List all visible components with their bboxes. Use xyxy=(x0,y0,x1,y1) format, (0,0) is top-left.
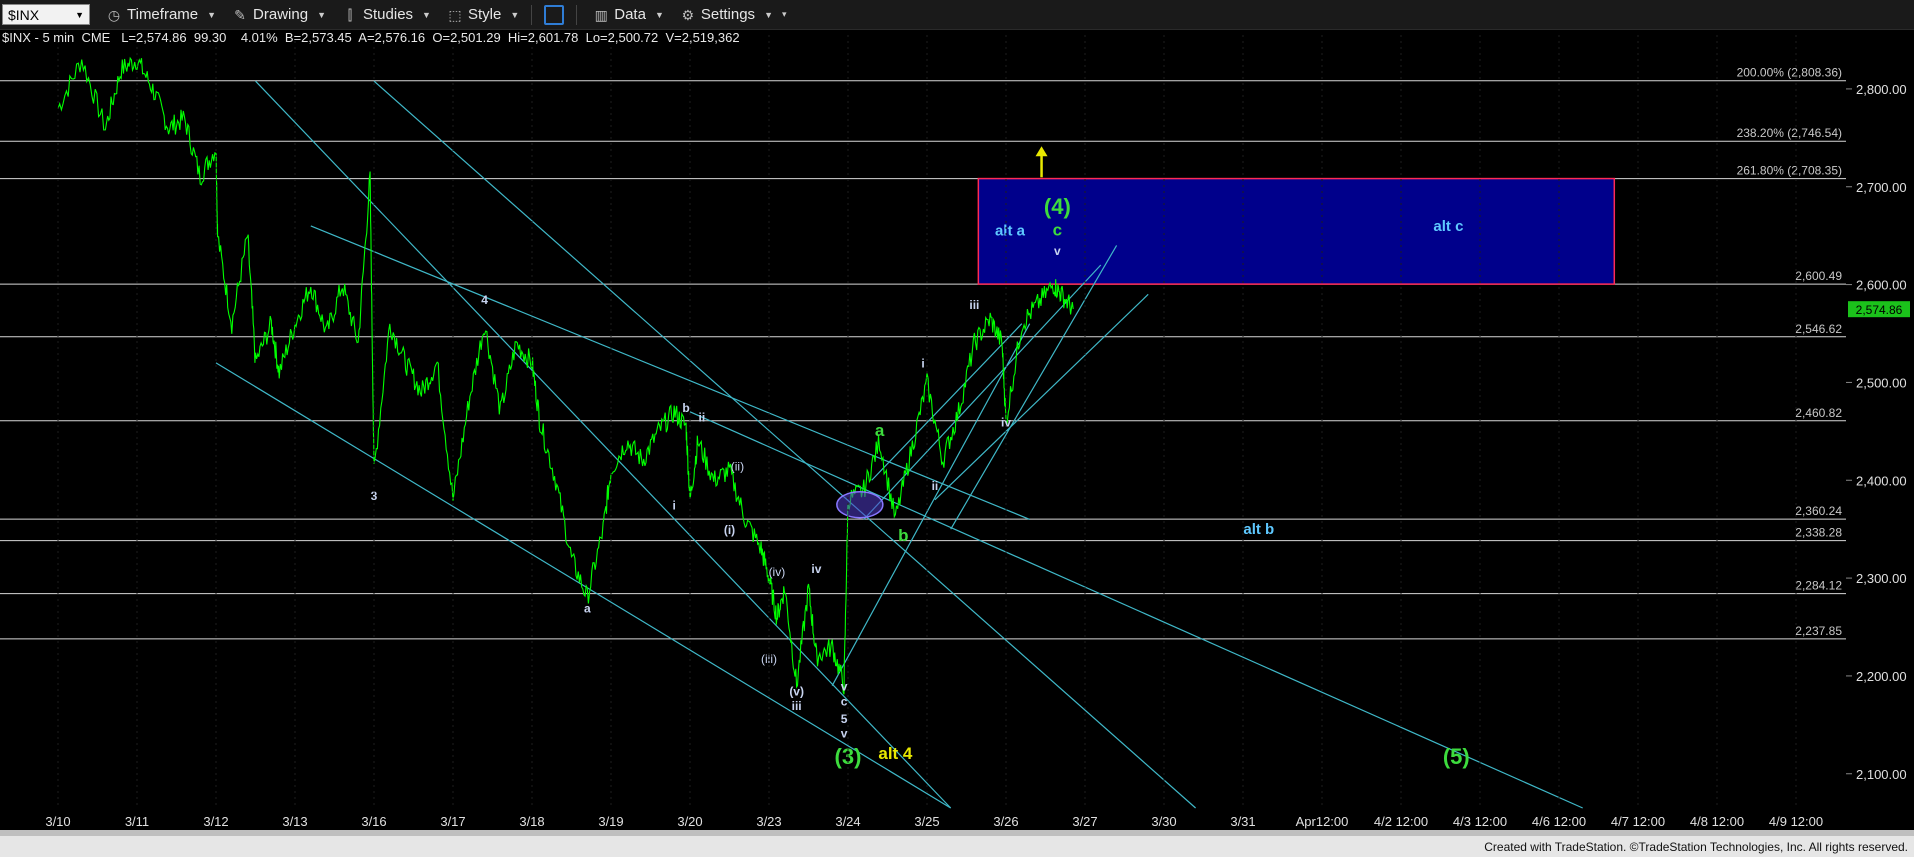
wave-label: (iv) xyxy=(769,565,786,579)
wave-label: ii xyxy=(932,479,939,493)
wave-label: iv xyxy=(1001,415,1011,429)
x-tick-label: 4/8 12:00 xyxy=(1690,814,1744,829)
trendline xyxy=(310,225,1030,520)
wave-label: c xyxy=(1053,221,1062,240)
wave-label: (ii) xyxy=(731,459,744,473)
level-label: 2,600.49 xyxy=(1795,269,1842,283)
x-tick-label: 3/31 xyxy=(1230,814,1255,829)
price-line xyxy=(57,56,1074,695)
y-tick-label: 2,200.00 xyxy=(1856,669,1907,684)
x-tick-label: 3/19 xyxy=(598,814,623,829)
x-tick-label: 3/26 xyxy=(993,814,1018,829)
level-label: 2,546.62 xyxy=(1795,322,1842,336)
last-price-label: 2,574.86 xyxy=(1856,303,1903,317)
x-tick-label: 3/24 xyxy=(835,814,860,829)
y-axis: 2,800.00 2,700.00 2,600.00 2,500.00 2,400.00… xyxy=(1846,82,1907,782)
wave-label: c xyxy=(841,694,848,708)
level-label: 261.80% (2,708.35) xyxy=(1737,164,1842,178)
x-tick-label: 3/13 xyxy=(282,814,307,829)
wave-label: iii xyxy=(792,699,802,713)
wave-label: 5 xyxy=(841,712,848,726)
wave-label: ii xyxy=(699,411,706,425)
x-tick-label: 3/23 xyxy=(756,814,781,829)
wave-label: (i) xyxy=(724,523,735,537)
price-chart[interactable]: 200.00% (2,808.36) 238.20% (2,746.54) 261.… xyxy=(0,0,1914,857)
horizontal-levels: 200.00% (2,808.36) 238.20% (2,746.54) 261.… xyxy=(0,66,1846,640)
wave-label: (5) xyxy=(1443,744,1470,769)
trendline xyxy=(215,362,952,809)
wave-label: v xyxy=(841,727,848,741)
level-label: 2,460.82 xyxy=(1795,406,1842,420)
wave-label: i xyxy=(921,357,924,371)
target-box xyxy=(977,177,1616,285)
target-zone-box xyxy=(977,177,1616,285)
wave-label: iv xyxy=(811,562,821,576)
x-tick-label: Apr12:00 xyxy=(1296,814,1349,829)
trendline xyxy=(871,323,1023,481)
y-tick-label: 2,800.00 xyxy=(1856,82,1907,97)
wave-label: v xyxy=(1054,244,1061,258)
trendline xyxy=(950,245,1118,530)
wave-label: 4 xyxy=(481,293,488,307)
y-tick-label: 2,700.00 xyxy=(1856,180,1907,195)
x-tick-label: 4/7 12:00 xyxy=(1611,814,1665,829)
wave-label: alt b xyxy=(1243,521,1274,538)
x-tick-label: 3/18 xyxy=(519,814,544,829)
wave-label: a xyxy=(584,601,591,615)
x-tick-label: 3/16 xyxy=(361,814,386,829)
level-label: 200.00% (2,808.36) xyxy=(1737,66,1842,80)
wave-label: (v) xyxy=(789,684,804,698)
wave-label: b xyxy=(682,401,689,415)
trendline xyxy=(863,264,1102,520)
wave-label: alt a xyxy=(995,223,1026,240)
wave-label: iii xyxy=(969,298,979,312)
x-tick-label: 3/10 xyxy=(45,814,70,829)
wave-label: alt c xyxy=(1433,218,1463,235)
level-label: 238.20% (2,746.54) xyxy=(1737,126,1842,140)
x-tick-label: 4/6 12:00 xyxy=(1532,814,1586,829)
x-tick-label: 3/20 xyxy=(677,814,702,829)
x-tick-label: 3/12 xyxy=(203,814,228,829)
wave-label: i xyxy=(673,499,676,513)
x-tick-label: 3/11 xyxy=(125,814,149,829)
wave-label: (4) xyxy=(1044,194,1071,219)
wave-label: a xyxy=(875,421,885,440)
breakout-oval-marker xyxy=(836,490,884,519)
info-bar: $INX - 5 min CME L=2,574.86 99.30 4.01% … xyxy=(2,30,740,45)
wave-label: v xyxy=(841,680,848,694)
level-label: 2,284.12 xyxy=(1795,579,1842,593)
y-tick-label: 2,100.00 xyxy=(1856,767,1907,782)
level-label: 2,237.85 xyxy=(1795,624,1842,638)
x-tick-label: 3/30 xyxy=(1151,814,1176,829)
level-label: 2,360.24 xyxy=(1795,504,1842,518)
x-tick-label: 3/27 xyxy=(1072,814,1097,829)
price-series xyxy=(57,56,1074,695)
wave-label: alt 4 xyxy=(878,744,913,763)
wave-label: b xyxy=(898,526,908,545)
trendline xyxy=(934,293,1149,501)
up-arrow-head-icon xyxy=(1035,146,1048,157)
x-tick-label: 3/17 xyxy=(440,814,465,829)
y-tick-label: 2,400.00 xyxy=(1856,473,1907,488)
x-tick-label: 4/3 12:00 xyxy=(1453,814,1507,829)
x-tick-label: 4/9 12:00 xyxy=(1769,814,1823,829)
copyright-footer: Created with TradeStation. ©TradeStation… xyxy=(1484,840,1908,854)
x-axis: 3/10 3/11 3/12 3/13 3/16 3/17 3/18 3/19 3/20 3/23… xyxy=(45,35,1823,829)
y-tick-label: 2,500.00 xyxy=(1856,375,1907,390)
x-tick-label: 3/25 xyxy=(914,814,939,829)
wave-label: 3 xyxy=(371,489,378,503)
level-label: 2,338.28 xyxy=(1795,526,1842,540)
y-tick-label: 2,600.00 xyxy=(1856,278,1907,293)
x-tick-label: 4/2 12:00 xyxy=(1374,814,1428,829)
y-tick-label: 2,300.00 xyxy=(1856,571,1907,586)
